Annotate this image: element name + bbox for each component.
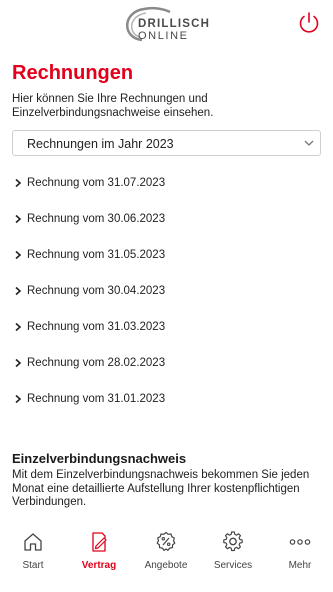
nav-label: Angebote xyxy=(144,560,188,571)
nav-label: Start xyxy=(22,560,44,571)
more-dots-icon xyxy=(289,539,311,545)
nav-label: Mehr xyxy=(288,560,312,571)
bottom-navigation: Start Vertrag Angebote Services Mehr xyxy=(0,522,333,592)
chevron-down-icon xyxy=(304,140,314,146)
nav-item-vertrag[interactable]: Vertrag xyxy=(66,522,132,582)
chevron-right-icon xyxy=(15,178,22,188)
invoice-label: Rechnung vom 31.01.2023 xyxy=(27,393,166,405)
home-icon xyxy=(24,533,42,551)
page-title: Rechnungen xyxy=(12,62,134,84)
logo-line2: ONLINE xyxy=(138,30,189,42)
invoice-label: Rechnung vom 30.06.2023 xyxy=(27,213,166,225)
chevron-right-icon xyxy=(15,358,22,368)
nav-label: Services xyxy=(213,560,253,571)
invoice-label: Rechnung vom 30.04.2023 xyxy=(27,285,166,297)
nav-item-start[interactable]: Start xyxy=(0,522,66,582)
chevron-right-icon xyxy=(15,214,22,224)
nav-item-services[interactable]: Services xyxy=(200,522,266,582)
nav-item-angebote[interactable]: Angebote xyxy=(133,522,199,582)
invoice-list: Rechnung vom 31.07.2023 Rechnung vom 30.… xyxy=(12,165,322,417)
invoice-item[interactable]: Rechnung vom 28.02.2023 xyxy=(12,345,322,381)
page-intro: Hier können Sie Ihre Rechnungen und Einz… xyxy=(12,93,214,119)
chevron-right-icon xyxy=(15,394,22,404)
evn-section-title: Einzelverbindungsnachweis xyxy=(12,451,187,466)
invoice-item[interactable]: Rechnung vom 30.06.2023 xyxy=(12,201,322,237)
year-select-value: Rechnungen im Jahr 2023 xyxy=(27,137,174,151)
evn-section-text: Mit dem Einzelverbindungsnachweis bekomm… xyxy=(12,469,310,508)
logout-power-icon[interactable] xyxy=(296,10,322,36)
logo-line1: DRILLISCH xyxy=(138,18,211,30)
invoice-label: Rechnung vom 31.05.2023 xyxy=(27,249,166,261)
chevron-right-icon xyxy=(15,322,22,332)
invoice-label: Rechnung vom 31.07.2023 xyxy=(27,177,166,189)
nav-label: Vertrag xyxy=(81,560,117,571)
invoice-label: Rechnung vom 31.03.2023 xyxy=(27,321,166,333)
chevron-right-icon xyxy=(15,286,22,296)
invoice-item[interactable]: Rechnung vom 30.04.2023 xyxy=(12,273,322,309)
invoice-item[interactable]: Rechnung vom 31.03.2023 xyxy=(12,309,322,345)
invoice-item[interactable]: Rechnung vom 31.05.2023 xyxy=(12,237,322,273)
year-select[interactable]: Rechnungen im Jahr 2023 xyxy=(12,130,321,156)
invoice-label: Rechnung vom 28.02.2023 xyxy=(27,357,166,369)
gear-icon xyxy=(223,531,243,552)
invoice-item[interactable]: Rechnung vom 31.01.2023 xyxy=(12,381,322,417)
invoice-item[interactable]: Rechnung vom 31.07.2023 xyxy=(12,165,322,201)
contract-icon xyxy=(92,532,107,552)
app-header: DRILLISCH ONLINE xyxy=(0,0,333,52)
drillisch-online-logo: DRILLISCH ONLINE xyxy=(120,4,220,44)
nav-item-mehr[interactable]: Mehr xyxy=(267,522,333,582)
chevron-right-icon xyxy=(15,250,22,260)
percent-badge-icon xyxy=(156,531,176,551)
